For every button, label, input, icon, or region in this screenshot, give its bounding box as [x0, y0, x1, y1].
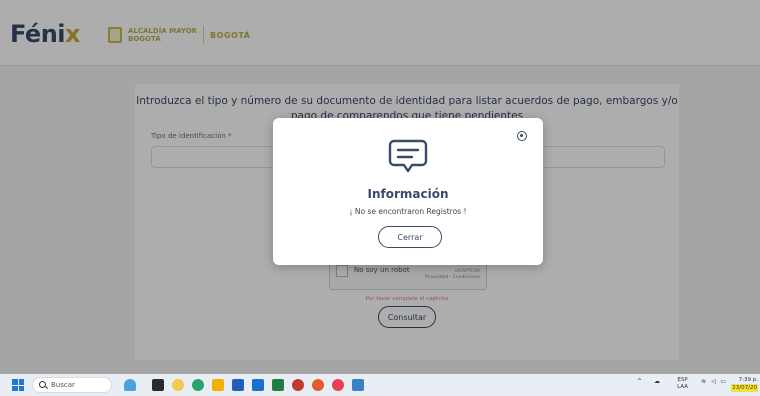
mail-icon[interactable]: [252, 379, 264, 391]
battery-icon[interactable]: ▭: [720, 378, 726, 385]
message-icon: [388, 139, 428, 173]
info-dialog: Información ¡ No se encontraron Registro…: [273, 118, 543, 265]
file-explorer-icon[interactable]: [212, 379, 224, 391]
wifi-icon[interactable]: ≋: [701, 378, 706, 385]
app-icon[interactable]: [332, 379, 344, 391]
onedrive-icon[interactable]: ☁: [654, 378, 660, 385]
taskbar-search-placeholder: Buscar: [51, 381, 75, 389]
store-icon[interactable]: [232, 379, 244, 391]
language-indicator[interactable]: ESP LAA: [677, 377, 688, 391]
dialog-message: ¡ No se encontraron Registros !: [349, 207, 467, 216]
taskbar-search[interactable]: Buscar: [32, 377, 112, 393]
copilot-icon[interactable]: [172, 379, 184, 391]
excel-icon[interactable]: [272, 379, 284, 391]
windows-start-icon[interactable]: [12, 379, 24, 391]
close-button[interactable]: Cerrar: [378, 226, 442, 248]
taskbar-clock[interactable]: 7:39 p. 23/07/20: [731, 376, 758, 392]
browser-viewport: Fénix ALCALDÍA MAYOR BOGOTÁ BOGOTÁ Introd…: [0, 0, 760, 396]
weather-widget-icon[interactable]: [124, 379, 136, 391]
close-icon[interactable]: [517, 131, 527, 141]
volume-icon[interactable]: ◁: [711, 378, 716, 385]
pinned-app-icon[interactable]: [352, 379, 364, 391]
edge-icon[interactable]: [192, 379, 204, 391]
chevron-up-icon[interactable]: ^: [637, 378, 642, 385]
search-icon: [39, 381, 46, 388]
dialog-title: Información: [367, 187, 449, 201]
chrome-icon[interactable]: [312, 379, 324, 391]
task-view-icon[interactable]: [152, 379, 164, 391]
windows-taskbar: Buscar ^ ☁ ESP LAA ≋ ◁ ▭ 7:39 p. 23/07/20: [0, 374, 760, 396]
media-app-icon[interactable]: [292, 379, 304, 391]
